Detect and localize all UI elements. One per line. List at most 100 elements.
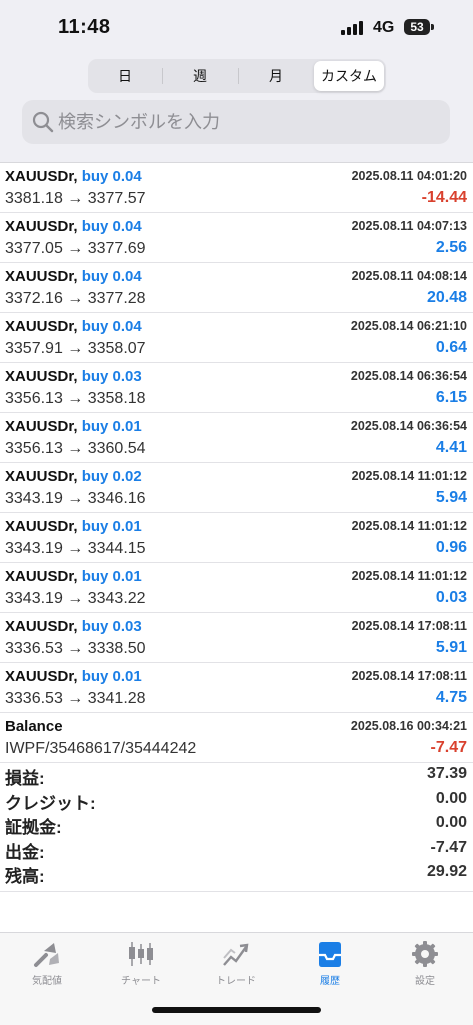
history-header: 日 週 月 カスタム — [0, 52, 473, 163]
trade-prices: 3356.13 → 3358.18 — [5, 390, 146, 407]
segment-custom[interactable]: カスタム — [314, 61, 384, 91]
summary-value: 37.39 — [426, 765, 467, 782]
trade-symbol-name: XAUUSDr, — [5, 218, 78, 235]
trade-prices: 3372.16 → 3377.28 — [5, 290, 146, 307]
trade-symbol: XAUUSDr, buy 0.04 — [5, 218, 142, 235]
summary-row: 出金: -7.47 — [0, 836, 473, 862]
summary-row: 証拠金: 0.00 — [0, 811, 473, 837]
period-selector: 日 週 月 カスタム — [88, 59, 386, 93]
trade-prices: 3336.53 → 3341.28 — [5, 690, 146, 707]
search-input[interactable] — [58, 100, 438, 144]
summary-label: 出金: — [5, 842, 45, 862]
segment-month[interactable]: 月 — [239, 61, 313, 91]
tab-settings[interactable]: 設定 — [378, 939, 472, 995]
trade-symbol-name: XAUUSDr, — [5, 268, 78, 285]
search-icon — [32, 111, 54, 133]
tab-chart[interactable]: チャート — [94, 939, 188, 995]
trade-symbol: XAUUSDr, buy 0.02 — [5, 468, 142, 485]
tab-trade[interactable]: トレード — [189, 939, 283, 995]
trade-time: 2025.08.11 04:01:20 — [351, 169, 467, 183]
trade-profit: 20.48 — [426, 289, 467, 306]
trade-side: buy 0.04 — [81, 268, 142, 285]
status-bar: 11:48 4G 53 — [0, 0, 473, 52]
trade-profit: 4.75 — [435, 689, 467, 706]
trade-profit: 5.91 — [435, 639, 467, 656]
trade-profit: 0.64 — [435, 339, 467, 356]
trade-prices: 3377.05 → 3377.69 — [5, 240, 146, 257]
battery-tip — [431, 24, 434, 30]
trade-side: buy 0.01 — [81, 418, 142, 435]
network-type: 4G — [373, 19, 395, 36]
trade-side: buy 0.04 — [81, 218, 142, 235]
trade-profit: 2.56 — [435, 239, 467, 256]
trade-symbol-name: XAUUSDr, — [5, 318, 78, 335]
list-item[interactable]: XAUUSDr, buy 0.02 2025.08.14 11:01:12 3343… — [0, 463, 473, 513]
trade-symbol: XAUUSDr, buy 0.04 — [5, 168, 142, 185]
list-item[interactable]: XAUUSDr, buy 0.01 2025.08.14 11:01:12 3343… — [0, 513, 473, 563]
summary-label: 証拠金: — [5, 818, 62, 837]
trade-side: buy 0.01 — [81, 568, 142, 585]
trade-time: 2025.08.11 04:07:13 — [351, 219, 467, 233]
list-item[interactable]: XAUUSDr, buy 0.01 2025.08.14 06:36:54 3356… — [0, 413, 473, 463]
trade-side: buy 0.02 — [81, 468, 142, 485]
account-summary: 損益: 37.39 クレジット: 0.00 証拠金: 0.00 出金: -7.47 残高: 29.… — [0, 762, 473, 886]
trade-prices: 3356.13 → 3360.54 — [5, 440, 146, 457]
trade-prices: 3343.19 → 3344.15 — [5, 540, 146, 557]
summary-row: 残高: 29.92 — [0, 860, 473, 886]
trade-side: buy 0.03 — [81, 618, 142, 635]
trade-symbol: XAUUSDr, buy 0.03 — [5, 618, 142, 635]
trade-time: 2025.08.14 06:21:10 — [350, 319, 467, 333]
trade-profit: -7.47 — [430, 739, 467, 756]
list-item[interactable]: Balance 2025.08.16 00:34:21 IWPF/35468617… — [0, 713, 473, 763]
list-item[interactable]: XAUUSDr, buy 0.01 2025.08.14 11:01:12 3343… — [0, 563, 473, 613]
trade-prices: 3357.91 → 3358.07 — [5, 340, 146, 357]
summary-row: 損益: 37.39 — [0, 762, 473, 788]
trade-symbol: Balance — [5, 718, 63, 735]
segment-day[interactable]: 日 — [90, 61, 160, 91]
tab-quotes[interactable]: 気配値 — [0, 939, 94, 995]
trade-side: buy 0.01 — [81, 518, 142, 535]
trade-symbol: XAUUSDr, buy 0.01 — [5, 668, 142, 685]
trade-symbol: XAUUSDr, buy 0.04 — [5, 268, 142, 285]
trade-prices: 3381.18 → 3377.57 — [5, 190, 146, 207]
trade-time: 2025.08.11 04:08:14 — [351, 269, 467, 283]
summary-divider — [0, 891, 473, 892]
summary-value: -7.47 — [430, 838, 467, 856]
list-item[interactable]: XAUUSDr, buy 0.04 2025.08.11 04:07:13 3377… — [0, 213, 473, 263]
trade-symbol: XAUUSDr, buy 0.04 — [5, 318, 142, 335]
trade-symbol-name: XAUUSDr, — [5, 418, 78, 435]
trade-profit: 4.41 — [435, 439, 467, 456]
trade-time: 2025.08.14 11:01:12 — [351, 569, 467, 583]
trade-side: buy 0.04 — [81, 168, 142, 185]
summary-label: クレジット: — [5, 793, 96, 813]
trade-symbol-name: XAUUSDr, — [5, 618, 78, 635]
list-item[interactable]: XAUUSDr, buy 0.04 2025.08.14 06:21:10 3357… — [0, 313, 473, 363]
list-item[interactable]: XAUUSDr, buy 0.03 2025.08.14 17:08:11 3336… — [0, 613, 473, 663]
list-item[interactable]: XAUUSDr, buy 0.03 2025.08.14 06:36:54 3356… — [0, 363, 473, 413]
trade-symbol-name: Balance — [5, 718, 63, 735]
summary-label: 損益: — [5, 769, 45, 788]
trade-profit: 0.96 — [435, 539, 467, 556]
list-item[interactable]: XAUUSDr, buy 0.04 2025.08.11 04:01:20 3381… — [0, 163, 473, 213]
summary-value: 29.92 — [426, 863, 467, 880]
list-item[interactable]: XAUUSDr, buy 0.04 2025.08.11 04:08:14 3372… — [0, 263, 473, 313]
trade-symbol-name: XAUUSDr, — [5, 668, 78, 685]
summary-value: 0.00 — [435, 814, 467, 831]
summary-value: 0.00 — [435, 789, 467, 807]
list-item[interactable]: XAUUSDr, buy 0.01 2025.08.14 17:08:11 3336… — [0, 663, 473, 713]
tab-settings-label: 設定 — [415, 976, 435, 987]
history-icon — [319, 942, 341, 967]
trade-symbol-name: XAUUSDr, — [5, 368, 78, 385]
trade-symbol: XAUUSDr, buy 0.03 — [5, 368, 142, 385]
segment-week[interactable]: 週 — [163, 61, 237, 91]
trade-prices: 3343.19 → 3343.22 — [5, 590, 146, 607]
trade-prices: 3336.53 → 3338.50 — [5, 640, 146, 657]
trade-symbol-name: XAUUSDr, — [5, 168, 78, 185]
home-indicator — [152, 1007, 321, 1013]
tab-history[interactable]: 履歴 — [283, 939, 377, 995]
trade-time: 2025.08.14 11:01:12 — [351, 469, 467, 483]
trade-side: buy 0.01 — [81, 668, 142, 685]
tab-history-label: 履歴 — [320, 976, 340, 987]
trade-prices: IWPF/35468617/35444242 — [5, 740, 197, 757]
search-bar[interactable] — [22, 100, 450, 144]
